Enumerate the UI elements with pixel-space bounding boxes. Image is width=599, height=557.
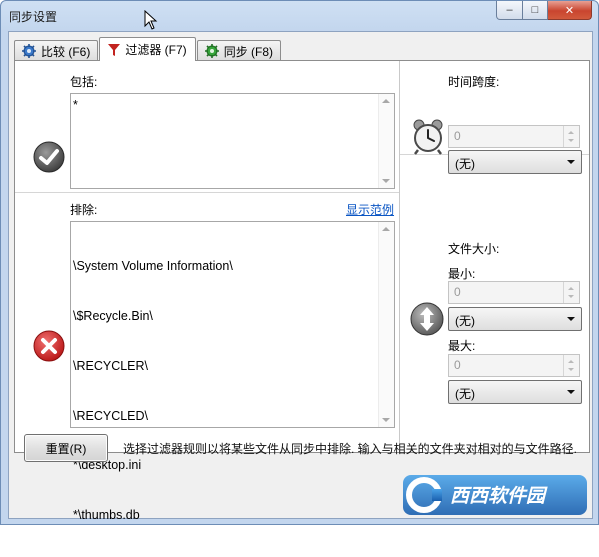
maximize-icon: □ (531, 4, 539, 16)
reset-button[interactable]: 重置(R) (24, 434, 108, 462)
min-size-stepper[interactable] (563, 282, 579, 303)
max-size-label: 最大: (448, 339, 476, 353)
min-size-spinbox[interactable]: 0 (448, 281, 580, 304)
filter-hint-text: 选择过滤器规则以将某些文件从同步中排除. 输入与相关的文件夹对相对的与文件路径. (123, 442, 578, 456)
min-size-unit-select[interactable]: (无) (448, 307, 582, 331)
reset-button-label: 重置(R) (45, 441, 87, 456)
include-textarea[interactable]: * (70, 93, 395, 189)
app-window: 同步设置 – □ ✕ 比较 (F6) 过滤器 (F7) 同步 (F8) 包括: … (0, 0, 599, 525)
max-size-unit-select[interactable]: (无) (448, 380, 582, 404)
max-size-unit-value: (无) (455, 387, 475, 401)
minimize-icon: – (506, 4, 513, 16)
exclude-line: \RECYCLER\ (73, 358, 149, 373)
funnel-red-icon (108, 43, 121, 56)
filter-panel: 包括: * 排除: 显示范例 \System Volume Informatio… (14, 60, 590, 522)
minimize-button[interactable]: – (496, 1, 523, 20)
close-icon: ✕ (564, 4, 575, 17)
exclude-textarea[interactable]: \System Volume Information\ \$Recycle.Bi… (70, 221, 395, 522)
tab-strip: 比较 (F6) 过滤器 (F7) 同步 (F8) (14, 37, 282, 61)
tab-compare-label: 比较 (F6) (41, 44, 91, 59)
up-down-arrows-icon (410, 302, 444, 336)
gear-blue-icon (22, 44, 36, 58)
tab-filter[interactable]: 过滤器 (F7) (99, 37, 196, 61)
exclude-line: \$Recycle.Bin\ (73, 308, 153, 323)
exclude-label: 排除: (70, 203, 98, 217)
tab-sync[interactable]: 同步 (F8) (196, 40, 282, 61)
chevron-down-icon (567, 390, 575, 394)
exclude-line: \RECYCLED\ (73, 408, 149, 423)
close-button[interactable]: ✕ (548, 1, 592, 20)
left-divider (15, 192, 399, 193)
time-span-value: 0 (454, 129, 461, 143)
scroll-down-icon[interactable] (382, 418, 390, 422)
maximize-button[interactable]: □ (523, 1, 548, 20)
time-span-spinbox[interactable]: 0 (448, 125, 580, 148)
alarm-clock-icon (413, 119, 443, 155)
file-size-label: 文件大小: (448, 242, 500, 256)
tab-filter-label: 过滤器 (F7) (125, 43, 187, 57)
vertical-divider (399, 61, 400, 452)
time-span-unit-value: (无) (455, 157, 475, 171)
gear-green-icon (204, 44, 219, 58)
mouse-cursor-icon (144, 10, 158, 30)
exclude-line: *\thumbs.db (73, 508, 140, 523)
window-title: 同步设置 (9, 10, 58, 24)
min-size-value: 0 (454, 285, 461, 299)
watermark-text: 西西软件园 (450, 485, 548, 507)
max-size-stepper[interactable] (563, 355, 579, 376)
chevron-down-icon (567, 160, 575, 164)
include-text: * (73, 98, 78, 112)
window-controls: – □ ✕ (496, 1, 592, 21)
tab-compare[interactable]: 比较 (F6) (14, 40, 99, 61)
exclude-lines: \System Volume Information\ \$Recycle.Bi… (73, 225, 233, 557)
time-span-label: 时间跨度: (448, 75, 500, 89)
exclude-scrollbar[interactable] (378, 222, 394, 427)
min-size-label: 最小: (448, 267, 476, 281)
include-label: 包括: (70, 75, 98, 89)
min-size-unit-value: (无) (455, 314, 475, 328)
cross-circle-icon (33, 330, 65, 362)
title-bar[interactable]: 同步设置 – □ ✕ (1, 1, 598, 31)
scroll-down-icon[interactable] (382, 179, 390, 183)
dialog-client: 比较 (F6) 过滤器 (F7) 同步 (F8) 包括: * 排除: 显示范例 … (8, 31, 593, 522)
max-size-spinbox[interactable]: 0 (448, 354, 580, 377)
scroll-up-icon[interactable] (382, 227, 390, 231)
show-examples-link[interactable]: 显示范例 (346, 201, 394, 218)
tab-sync-label: 同步 (F8) (223, 44, 274, 59)
time-span-unit-select[interactable]: (无) (448, 150, 582, 174)
include-scrollbar[interactable] (378, 94, 394, 188)
chevron-down-icon (567, 317, 575, 321)
watermark-logo: 西西软件园 (403, 475, 587, 515)
time-span-stepper[interactable] (563, 126, 579, 147)
exclude-line: \System Volume Information\ (73, 259, 233, 274)
check-circle-icon (33, 141, 65, 173)
max-size-value: 0 (454, 358, 461, 372)
scroll-up-icon[interactable] (382, 99, 390, 103)
